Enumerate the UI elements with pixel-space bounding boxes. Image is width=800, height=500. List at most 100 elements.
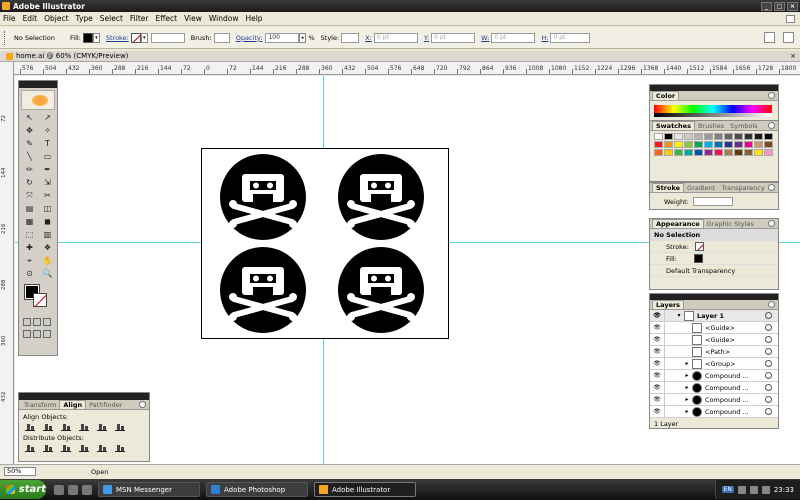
menu-type[interactable]: Type — [76, 14, 93, 23]
color-swatch[interactable] — [694, 149, 703, 156]
color-swatch[interactable] — [764, 133, 773, 140]
color-swatch[interactable] — [684, 141, 693, 148]
color-swatch[interactable] — [674, 133, 683, 140]
color-swatch[interactable] — [674, 141, 683, 148]
document-setup-icon[interactable] — [764, 32, 775, 43]
tool-button-icon[interactable]: ▥ — [39, 229, 56, 241]
target-circle-icon[interactable] — [765, 324, 772, 331]
menu-file[interactable]: File — [3, 14, 16, 23]
tray-network-icon[interactable] — [737, 485, 746, 494]
color-swatch[interactable] — [664, 141, 673, 148]
panel-menu-icon[interactable] — [768, 220, 775, 227]
color-swatch[interactable] — [684, 149, 693, 156]
tool-button-icon[interactable]: ▭ — [39, 151, 56, 163]
color-swatch[interactable] — [724, 149, 733, 156]
stroke-color-box[interactable] — [33, 293, 47, 307]
stroke-swatch[interactable] — [130, 32, 141, 43]
skull-cassette-badge[interactable] — [220, 154, 306, 240]
tool-button-icon[interactable]: ✚ — [21, 242, 38, 254]
quicklaunch-browser-icon[interactable] — [54, 484, 64, 495]
document-tab[interactable]: home.ai @ 60% (CMYK/Preview) × — [0, 51, 800, 62]
visibility-eye-icon[interactable]: 👁 — [650, 336, 664, 343]
color-swatch[interactable] — [654, 149, 663, 156]
appearance-row-transparency[interactable]: Default Transparency — [650, 265, 778, 277]
expand-triangle-icon[interactable]: ▾ — [674, 312, 684, 319]
color-swatch[interactable] — [664, 149, 673, 156]
h-label[interactable]: H: — [541, 34, 548, 42]
tool-button-icon[interactable]: ⊙ — [21, 268, 38, 280]
expand-triangle-icon[interactable]: ▸ — [682, 408, 692, 415]
style-field[interactable] — [341, 32, 360, 43]
start-button[interactable]: start — [0, 480, 46, 499]
tool-button-icon[interactable]: ↖ — [21, 112, 38, 124]
color-swatch[interactable] — [694, 141, 703, 148]
color-swatch[interactable] — [684, 133, 693, 140]
skull-cassette-badge[interactable] — [220, 247, 306, 333]
target-circle-icon[interactable] — [765, 384, 772, 391]
layer-row[interactable]: 👁 <Path> — [650, 345, 778, 358]
color-spectrum[interactable] — [654, 105, 772, 117]
screen-mode-max-icon[interactable] — [43, 330, 51, 338]
document-restore-icon[interactable] — [786, 14, 795, 23]
appearance-row-fill[interactable]: Fill: — [650, 253, 778, 265]
tray-volume-icon[interactable] — [749, 485, 758, 494]
y-field[interactable]: 0 pt — [431, 32, 476, 43]
expand-triangle-icon[interactable]: ▸ — [682, 360, 692, 367]
tool-button-icon[interactable]: ╲ — [21, 151, 38, 163]
appearance-row-selection[interactable]: No Selection — [650, 229, 778, 241]
fill-swatch[interactable] — [82, 32, 93, 43]
lock-toggle[interactable] — [664, 369, 674, 382]
lock-toggle[interactable] — [664, 405, 674, 418]
align-right-icon[interactable] — [61, 423, 71, 431]
menu-view[interactable]: View — [184, 14, 202, 23]
distribute-hcenter-icon[interactable] — [97, 444, 107, 452]
color-swatch[interactable] — [754, 133, 763, 140]
color-swatch[interactable] — [754, 149, 763, 156]
stroke-dropdown-icon[interactable]: ▾ — [140, 32, 148, 43]
artboard[interactable] — [201, 148, 449, 339]
distribute-top-icon[interactable] — [25, 444, 35, 452]
target-circle-icon[interactable] — [765, 396, 772, 403]
menu-edit[interactable]: Edit — [23, 14, 38, 23]
minimize-button[interactable]: _ — [761, 1, 772, 11]
layer-row[interactable]: 👁 ▸ Compound ... — [650, 405, 778, 418]
tab-gradient[interactable]: Gradient — [684, 184, 718, 192]
target-circle-icon[interactable] — [765, 360, 772, 367]
x-field[interactable]: 0 pt — [373, 32, 418, 43]
screen-mode-normal-icon[interactable] — [23, 330, 31, 338]
color-swatch[interactable] — [704, 149, 713, 156]
opacity-field[interactable]: 100 — [265, 32, 300, 43]
color-swatch[interactable] — [704, 141, 713, 148]
panel-menu-icon[interactable] — [768, 122, 775, 129]
visibility-eye-icon[interactable]: 👁 — [650, 312, 664, 319]
skull-cassette-badge[interactable] — [338, 247, 424, 333]
color-swatch[interactable] — [724, 141, 733, 148]
distribute-right-icon[interactable] — [115, 444, 125, 452]
layer-row[interactable]: 👁 <Guide> — [650, 321, 778, 334]
color-swatch[interactable] — [654, 133, 663, 140]
tool-button-icon[interactable]: ▤ — [21, 203, 38, 215]
tool-button-icon[interactable]: ◼ — [39, 216, 56, 228]
brush-field[interactable] — [213, 32, 230, 43]
document-close-icon[interactable]: × — [790, 52, 796, 60]
tab-align[interactable]: Align — [59, 400, 87, 409]
tool-button-icon[interactable]: ⌖ — [21, 255, 38, 267]
task-msn-messenger[interactable]: MSN Messenger — [98, 482, 200, 497]
x-label[interactable]: X: — [365, 34, 372, 42]
status-text[interactable]: Open — [91, 468, 108, 476]
lock-toggle[interactable] — [664, 381, 674, 394]
tool-button-icon[interactable]: ✂ — [39, 190, 56, 202]
tool-button-icon[interactable]: ✧ — [39, 125, 56, 137]
quicklaunch-media-icon[interactable] — [82, 484, 92, 495]
control-menu-icon[interactable] — [783, 32, 794, 43]
color-mode-icon[interactable] — [23, 318, 31, 326]
target-circle-icon[interactable] — [765, 336, 772, 343]
layer-row[interactable]: 👁 <Guide> — [650, 333, 778, 346]
opacity-dropdown-icon[interactable]: ▸ — [299, 32, 307, 43]
task-adobe-illustrator[interactable]: Adobe Illustrator — [314, 482, 416, 497]
tab-layers[interactable]: Layers — [652, 300, 685, 309]
color-swatch[interactable] — [664, 133, 673, 140]
menu-help[interactable]: Help — [245, 14, 262, 23]
horizontal-ruler[interactable]: 576 504 432 360 288 216 144 72 0 72 144 216 288 360 43… — [14, 62, 800, 75]
tool-button-icon[interactable]: ⤧ — [21, 190, 38, 202]
